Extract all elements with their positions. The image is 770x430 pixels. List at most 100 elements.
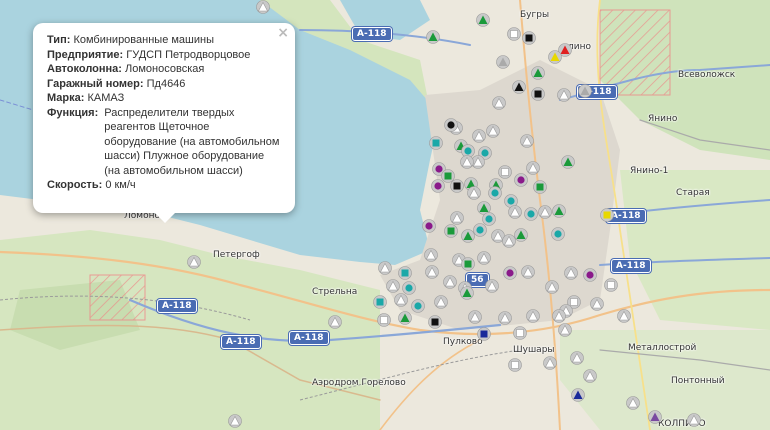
vehicle-marker-triangle-icon[interactable] bbox=[228, 414, 242, 428]
vehicle-marker-triangle-icon[interactable] bbox=[617, 309, 631, 323]
vehicle-marker-triangle-icon[interactable] bbox=[460, 286, 474, 300]
vehicle-marker-square-icon[interactable] bbox=[508, 358, 522, 372]
vehicle-marker-square-icon[interactable] bbox=[429, 136, 443, 150]
vehicle-marker-triangle-icon[interactable] bbox=[460, 155, 474, 169]
vehicle-marker-square-icon[interactable] bbox=[498, 165, 512, 179]
vehicle-marker-square-icon[interactable] bbox=[444, 224, 458, 238]
vehicle-marker-triangle-icon[interactable] bbox=[386, 279, 400, 293]
vehicle-marker-triangle-icon[interactable] bbox=[434, 295, 448, 309]
vehicle-marker-square-icon[interactable] bbox=[461, 257, 475, 271]
vehicle-marker-triangle-icon[interactable] bbox=[552, 309, 566, 323]
popup-close-button[interactable]: × bbox=[277, 25, 289, 41]
vehicle-marker-triangle-icon[interactable] bbox=[531, 66, 545, 80]
popup-company-value: ГУДСП Петродворцовое bbox=[126, 48, 251, 61]
vehicle-marker-triangle-icon[interactable] bbox=[477, 251, 491, 265]
vehicle-marker-triangle-icon[interactable] bbox=[498, 311, 512, 325]
vehicle-marker-square-icon[interactable] bbox=[507, 27, 521, 41]
vehicle-marker-triangle-icon[interactable] bbox=[425, 265, 439, 279]
vehicle-marker-triangle-icon[interactable] bbox=[583, 369, 597, 383]
vehicle-marker-square-icon[interactable] bbox=[398, 266, 412, 280]
vehicle-marker-triangle-icon[interactable] bbox=[548, 50, 562, 64]
vehicle-marker-triangle-icon[interactable] bbox=[590, 297, 604, 311]
vehicle-marker-triangle-icon[interactable] bbox=[557, 88, 571, 102]
vehicle-marker-triangle-icon[interactable] bbox=[571, 388, 585, 402]
vehicle-marker-triangle-icon[interactable] bbox=[486, 124, 500, 138]
vehicle-marker-square-icon[interactable] bbox=[377, 313, 391, 327]
vehicle-marker-triangle-icon[interactable] bbox=[398, 311, 412, 325]
vehicle-marker-square-icon[interactable] bbox=[428, 315, 442, 329]
popup-type-row: Тип: Комбинированные машины bbox=[47, 33, 281, 48]
vehicle-marker-triangle-icon[interactable] bbox=[468, 310, 482, 324]
vehicle-marker-circle-icon[interactable] bbox=[422, 219, 436, 233]
vehicle-marker-triangle-icon[interactable] bbox=[526, 161, 540, 175]
popup-company-label: Предприятие: bbox=[47, 48, 124, 61]
vehicle-marker-triangle-icon[interactable] bbox=[394, 293, 408, 307]
vehicle-marker-triangle-icon[interactable] bbox=[526, 309, 540, 323]
vehicle-marker-square-icon[interactable] bbox=[522, 31, 536, 45]
vehicle-marker-square-icon[interactable] bbox=[604, 278, 618, 292]
popup-column-row: Автоколонна: Ломоносовская bbox=[47, 62, 281, 77]
vehicle-marker-triangle-icon[interactable] bbox=[514, 228, 528, 242]
vehicle-marker-square-icon[interactable] bbox=[450, 179, 464, 193]
vehicle-marker-triangle-icon[interactable] bbox=[564, 266, 578, 280]
vehicle-marker-triangle-icon[interactable] bbox=[485, 279, 499, 293]
vehicle-marker-triangle-icon[interactable] bbox=[443, 275, 457, 289]
vehicle-marker-triangle-icon[interactable] bbox=[472, 129, 486, 143]
place-label: Петергоф bbox=[213, 250, 260, 260]
vehicle-marker-triangle-icon[interactable] bbox=[561, 155, 575, 169]
vehicle-marker-circle-icon[interactable] bbox=[473, 223, 487, 237]
vehicle-marker-triangle-icon[interactable] bbox=[538, 205, 552, 219]
vehicle-marker-circle-icon[interactable] bbox=[431, 179, 445, 193]
vehicle-marker-triangle-icon[interactable] bbox=[492, 96, 506, 110]
vehicle-marker-square-icon[interactable] bbox=[531, 87, 545, 101]
popup-company-row: Предприятие: ГУДСП Петродворцовое bbox=[47, 48, 281, 63]
vehicle-marker-triangle-icon[interactable] bbox=[256, 0, 270, 14]
vehicle-marker-triangle-icon[interactable] bbox=[424, 248, 438, 262]
place-label: Шушары bbox=[513, 345, 555, 355]
vehicle-marker-circle-icon[interactable] bbox=[551, 227, 565, 241]
vehicle-marker-triangle-icon[interactable] bbox=[512, 80, 526, 94]
popup-brand-label: Марка: bbox=[47, 92, 85, 104]
popup-column-value: Ломоносовская bbox=[125, 63, 205, 75]
vehicle-marker-triangle-icon[interactable] bbox=[543, 356, 557, 370]
vehicle-marker-triangle-icon[interactable] bbox=[545, 280, 559, 294]
vehicle-marker-triangle-icon[interactable] bbox=[426, 30, 440, 44]
vehicle-marker-triangle-icon[interactable] bbox=[502, 234, 516, 248]
map-view[interactable]: Бугры лино Всеволожск Янино Янино-1 Старая Лом… bbox=[0, 0, 770, 430]
vehicle-marker-circle-icon[interactable] bbox=[514, 173, 528, 187]
vehicle-marker-square-icon[interactable] bbox=[373, 295, 387, 309]
vehicle-marker-triangle-icon[interactable] bbox=[578, 84, 592, 98]
vehicle-marker-square-icon[interactable] bbox=[533, 180, 547, 194]
vehicle-marker-triangle-icon[interactable] bbox=[496, 55, 510, 69]
vehicle-marker-triangle-icon[interactable] bbox=[521, 265, 535, 279]
place-label: Янино-1 bbox=[630, 166, 669, 176]
vehicle-marker-triangle-icon[interactable] bbox=[648, 410, 662, 424]
vehicle-marker-circle-icon[interactable] bbox=[583, 268, 597, 282]
popup-speed-row: Скорость: 0 км/ч bbox=[47, 178, 281, 193]
popup-type-label: Тип: bbox=[47, 34, 71, 46]
vehicle-marker-triangle-icon[interactable] bbox=[558, 323, 572, 337]
vehicle-marker-triangle-icon[interactable] bbox=[687, 413, 701, 427]
vehicle-marker-square-icon[interactable] bbox=[477, 327, 491, 341]
vehicle-marker-triangle-icon[interactable] bbox=[520, 134, 534, 148]
vehicle-marker-circle-icon[interactable] bbox=[524, 207, 538, 221]
vehicle-marker-triangle-icon[interactable] bbox=[328, 315, 342, 329]
popup-garage-label: Гаражный номер: bbox=[47, 77, 144, 90]
vehicle-marker-square-icon[interactable] bbox=[513, 326, 527, 340]
vehicle-marker-triangle-icon[interactable] bbox=[378, 261, 392, 275]
vehicle-marker-triangle-icon[interactable] bbox=[467, 186, 481, 200]
vehicle-marker-triangle-icon[interactable] bbox=[450, 211, 464, 225]
vehicle-marker-triangle-icon[interactable] bbox=[552, 204, 566, 218]
vehicle-marker-triangle-icon[interactable] bbox=[626, 396, 640, 410]
popup-speed-label: Скорость: bbox=[47, 179, 103, 191]
vehicle-marker-circle-icon[interactable] bbox=[444, 118, 458, 132]
vehicle-marker-square-icon[interactable] bbox=[600, 208, 614, 222]
vehicle-marker-circle-icon[interactable] bbox=[411, 299, 425, 313]
vehicle-marker-triangle-icon[interactable] bbox=[187, 255, 201, 269]
vehicle-marker-circle-icon[interactable] bbox=[488, 186, 502, 200]
vehicle-marker-circle-icon[interactable] bbox=[503, 266, 517, 280]
vehicle-marker-triangle-icon[interactable] bbox=[476, 13, 490, 27]
vehicle-marker-triangle-icon[interactable] bbox=[570, 351, 584, 365]
vehicle-marker-triangle-icon[interactable] bbox=[508, 205, 522, 219]
vehicle-marker-triangle-icon[interactable] bbox=[461, 229, 475, 243]
